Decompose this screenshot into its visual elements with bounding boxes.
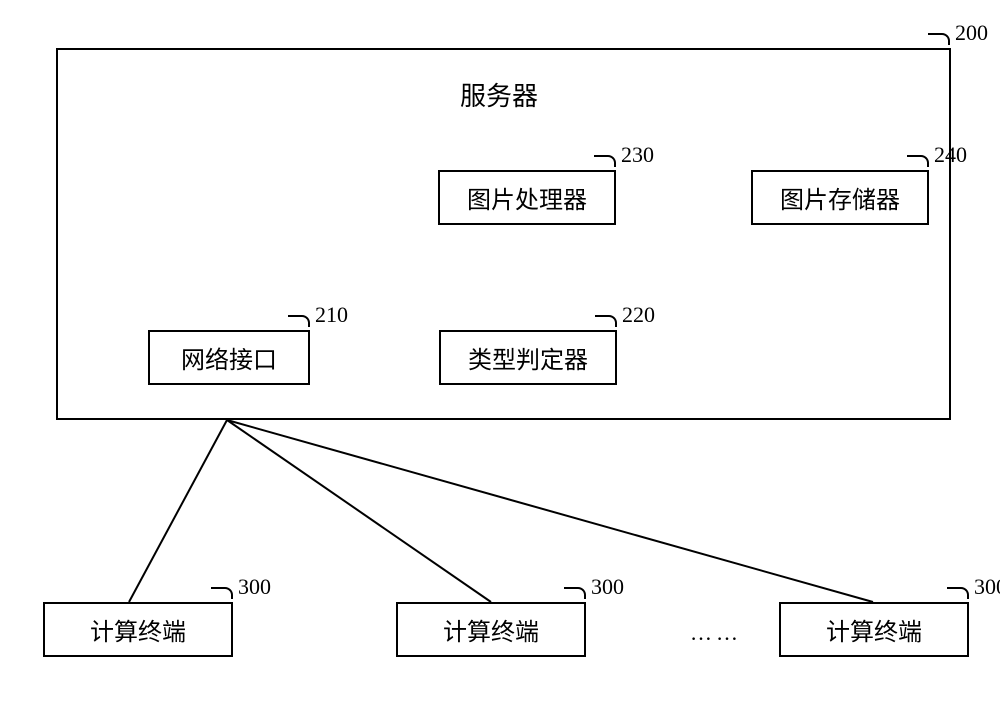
- network-interface-box: 网络接口: [148, 330, 310, 385]
- terminal-ref-1: 300: [238, 574, 271, 600]
- image-processor-ref: 230: [621, 142, 654, 168]
- type-determiner-ref-lead: [595, 315, 617, 327]
- terminal-ref-lead-2: [564, 587, 586, 599]
- terminal-box-2: 计算终端: [396, 602, 586, 657]
- network-interface-label: 网络接口: [181, 340, 277, 375]
- terminal-label-3: 计算终端: [826, 612, 922, 647]
- network-interface-ref: 210: [315, 302, 348, 328]
- server-ref-lead: [928, 33, 950, 45]
- diagram-canvas: 服务器 200 图片处理器 230 图片存储器 240 网络接口 210 类型判…: [0, 0, 1000, 703]
- image-storage-ref: 240: [934, 142, 967, 168]
- terminal-ref-lead-3: [947, 587, 969, 599]
- network-interface-ref-lead: [288, 315, 310, 327]
- server-title: 服务器: [460, 76, 538, 113]
- server-ref: 200: [955, 20, 988, 46]
- ellipsis: ……: [690, 620, 742, 646]
- image-storage-label: 图片存储器: [780, 180, 900, 215]
- type-determiner-label: 类型判定器: [468, 340, 588, 375]
- terminal-ref-2: 300: [591, 574, 624, 600]
- image-storage-box: 图片存储器: [751, 170, 929, 225]
- terminal-ref-lead-1: [211, 587, 233, 599]
- terminal-box-3: 计算终端: [779, 602, 969, 657]
- terminal-label-2: 计算终端: [443, 612, 539, 647]
- image-processor-box: 图片处理器: [438, 170, 616, 225]
- image-storage-ref-lead: [907, 155, 929, 167]
- image-processor-ref-lead: [594, 155, 616, 167]
- terminal-label-1: 计算终端: [90, 612, 186, 647]
- terminal-ref-3: 300: [974, 574, 1000, 600]
- type-determiner-ref: 220: [622, 302, 655, 328]
- terminal-box-1: 计算终端: [43, 602, 233, 657]
- image-processor-label: 图片处理器: [467, 180, 587, 215]
- type-determiner-box: 类型判定器: [439, 330, 617, 385]
